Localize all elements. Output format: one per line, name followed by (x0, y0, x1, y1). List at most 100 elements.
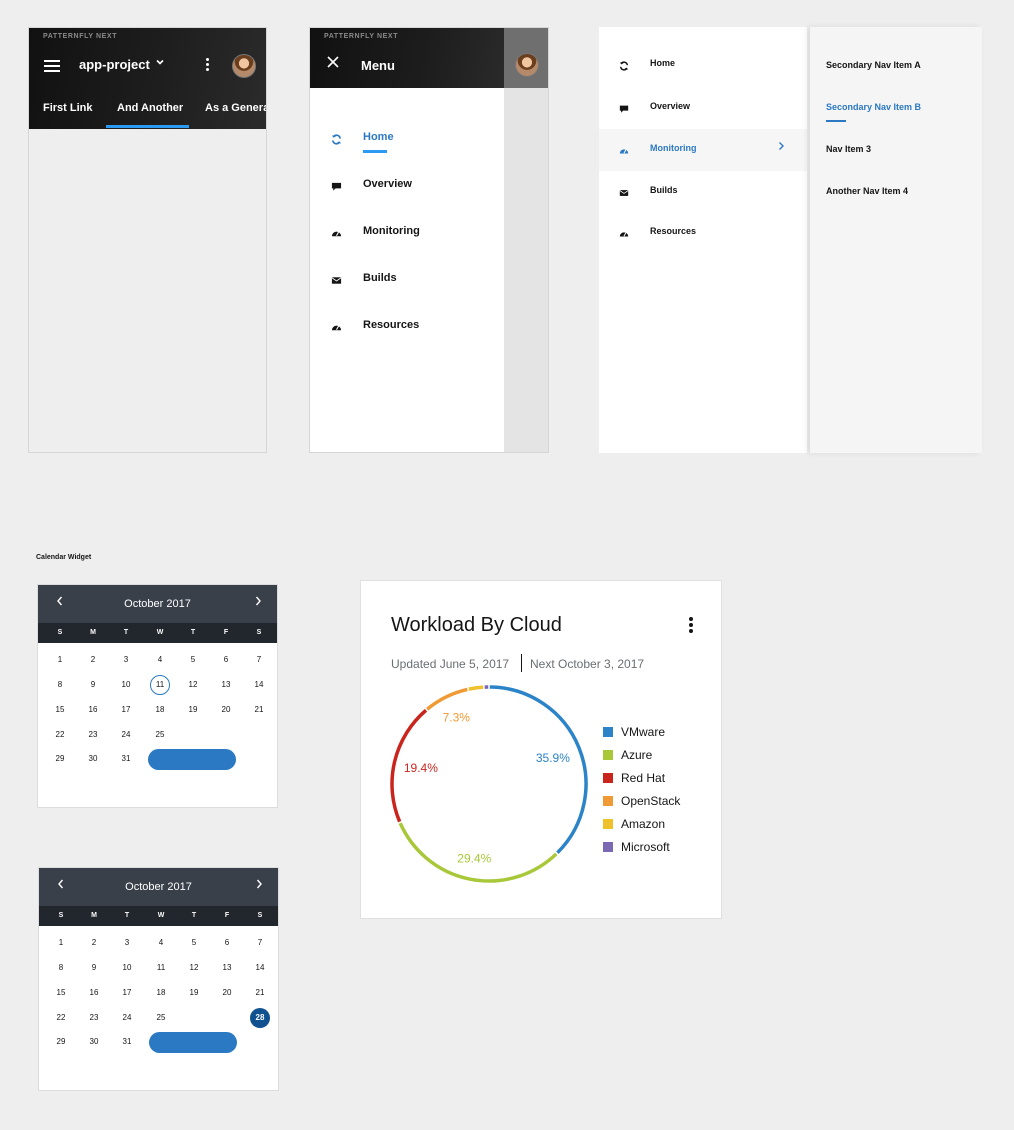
calendar-day[interactable]: 24 (116, 1008, 138, 1028)
calendar-day[interactable]: 13 (216, 958, 238, 978)
calendar-day[interactable]: 20 (216, 983, 238, 1003)
close-icon[interactable] (327, 56, 339, 72)
calendar-day[interactable]: 30 (82, 749, 104, 769)
menu-item-home[interactable]: Home (310, 124, 504, 158)
calendar-day[interactable]: 31 (115, 749, 137, 769)
project-selector[interactable]: app-project (79, 57, 150, 72)
calendar-day[interactable]: 12 (183, 958, 205, 978)
tab-first-link[interactable]: First Link (43, 102, 93, 114)
kebab-menu-icon[interactable] (689, 617, 693, 633)
calendar-day[interactable]: 4 (150, 933, 172, 953)
primary-nav-monitoring[interactable]: Monitoring (599, 129, 807, 171)
calendar-header: October 2017 (39, 868, 278, 906)
calendar-day[interactable]: 1 (49, 650, 71, 670)
calendar-day[interactable]: 23 (82, 725, 104, 745)
calendar-day[interactable]: 20 (215, 700, 237, 720)
primary-nav-home[interactable]: Home (599, 44, 807, 86)
calendar-day[interactable]: 24 (115, 725, 137, 745)
calendar-day[interactable]: 7 (249, 933, 271, 953)
chevron-down-icon[interactable] (155, 56, 165, 70)
calendar-day[interactable]: 2 (82, 650, 104, 670)
calendar-day[interactable]: 12 (182, 675, 204, 695)
calendar-day[interactable]: 23 (83, 1008, 105, 1028)
calendar-day[interactable]: 28 (250, 1008, 270, 1028)
calendar-day[interactable]: 27 (216, 1008, 238, 1028)
calendar-day[interactable]: 31 (116, 1032, 138, 1052)
calendar-day[interactable]: 14 (248, 675, 270, 695)
calendar-day[interactable]: 15 (50, 983, 72, 1003)
calendar-day[interactable]: 26 (182, 725, 204, 745)
calendar-day[interactable]: 28 (248, 725, 270, 745)
refresh-icon (331, 132, 343, 145)
calendar-day[interactable]: 26 (183, 1008, 205, 1028)
hamburger-menu-icon[interactable] (44, 60, 60, 72)
calendar-day[interactable]: 11 (150, 675, 170, 695)
avatar[interactable] (232, 54, 256, 78)
calendar-day[interactable]: 8 (50, 958, 72, 978)
comment-icon (331, 179, 343, 191)
primary-nav-builds[interactable]: Builds (599, 171, 807, 213)
slice-vmware[interactable] (489, 685, 588, 855)
calendar-day[interactable]: 15 (49, 700, 71, 720)
kebab-menu-icon[interactable] (206, 58, 210, 74)
menu-item-monitoring[interactable]: Monitoring (310, 218, 504, 252)
calendar-day[interactable]: 10 (116, 958, 138, 978)
calendar-day[interactable]: 16 (82, 700, 104, 720)
calendar-day[interactable]: 8 (49, 675, 71, 695)
calendar-day[interactable]: 30 (83, 1032, 105, 1052)
legend-swatch (603, 796, 613, 806)
menu-item-overview[interactable]: Overview (310, 171, 504, 205)
secondary-nav-item-b[interactable]: Secondary Nav Item B (826, 102, 921, 112)
chevron-right-icon (777, 141, 785, 154)
calendar-day[interactable]: 3 (116, 933, 138, 953)
calendar-day[interactable]: 7 (248, 650, 270, 670)
chevron-right-icon[interactable] (254, 878, 264, 894)
secondary-nav-item-3[interactable]: Nav Item 3 (826, 144, 871, 154)
calendar-day[interactable]: 18 (149, 700, 171, 720)
calendar-day[interactable]: 6 (216, 933, 238, 953)
calendar-day[interactable]: 27 (215, 725, 237, 745)
avatar[interactable] (515, 53, 539, 77)
calendar-day[interactable]: 4 (149, 650, 171, 670)
calendar-day[interactable]: 19 (182, 700, 204, 720)
primary-nav-overview[interactable]: Overview (599, 87, 807, 129)
calendar-day[interactable]: 18 (150, 983, 172, 1003)
calendar-day[interactable]: 17 (115, 700, 137, 720)
menu-item-builds[interactable]: Builds (310, 265, 504, 299)
secondary-nav-item-a[interactable]: Secondary Nav Item A (826, 60, 921, 70)
calendar-day[interactable]: 5 (183, 933, 205, 953)
calendar-day[interactable]: 29 (50, 1032, 72, 1052)
calendar-day[interactable]: 14 (249, 958, 271, 978)
calendar-day[interactable]: 25 (150, 1008, 172, 1028)
calendar-day[interactable]: 11 (150, 958, 172, 978)
tab-and-another[interactable]: And Another (117, 102, 183, 114)
tab-as-a-general[interactable]: As a Genera (205, 102, 266, 114)
calendar-day[interactable]: 16 (83, 983, 105, 1003)
calendar-day[interactable]: 9 (83, 958, 105, 978)
calendar-day[interactable]: 6 (215, 650, 237, 670)
calendar-day[interactable]: 9 (82, 675, 104, 695)
chevron-right-icon[interactable] (253, 595, 263, 611)
calendar-day[interactable]: 10 (115, 675, 137, 695)
calendar-day[interactable]: 17 (116, 983, 138, 1003)
calendar-day[interactable]: 22 (49, 725, 71, 745)
legend-label: Amazon (621, 817, 666, 831)
calendar-day[interactable]: 21 (249, 983, 271, 1003)
calendar-day[interactable]: 5 (182, 650, 204, 670)
calendar-day[interactable]: 19 (183, 983, 205, 1003)
calendar-day[interactable]: 3 (115, 650, 137, 670)
calendar-day[interactable]: 21 (248, 700, 270, 720)
calendar-day[interactable]: 13 (215, 675, 237, 695)
menu-item-resources[interactable]: Resources (310, 312, 504, 346)
calendar-day[interactable]: 29 (49, 749, 71, 769)
secondary-nav-item-4[interactable]: Another Nav Item 4 (826, 186, 908, 196)
slice-amazon[interactable] (468, 685, 484, 691)
calendar-day[interactable]: 2 (83, 933, 105, 953)
header-overlay (504, 28, 548, 88)
primary-nav-label: Builds (650, 185, 678, 195)
calendar-day[interactable]: 1 (50, 933, 72, 953)
primary-nav-resources[interactable]: Resources (599, 212, 807, 254)
calendar-day[interactable]: 25 (149, 725, 171, 745)
slice-openstack[interactable] (426, 687, 468, 711)
calendar-day[interactable]: 22 (50, 1008, 72, 1028)
